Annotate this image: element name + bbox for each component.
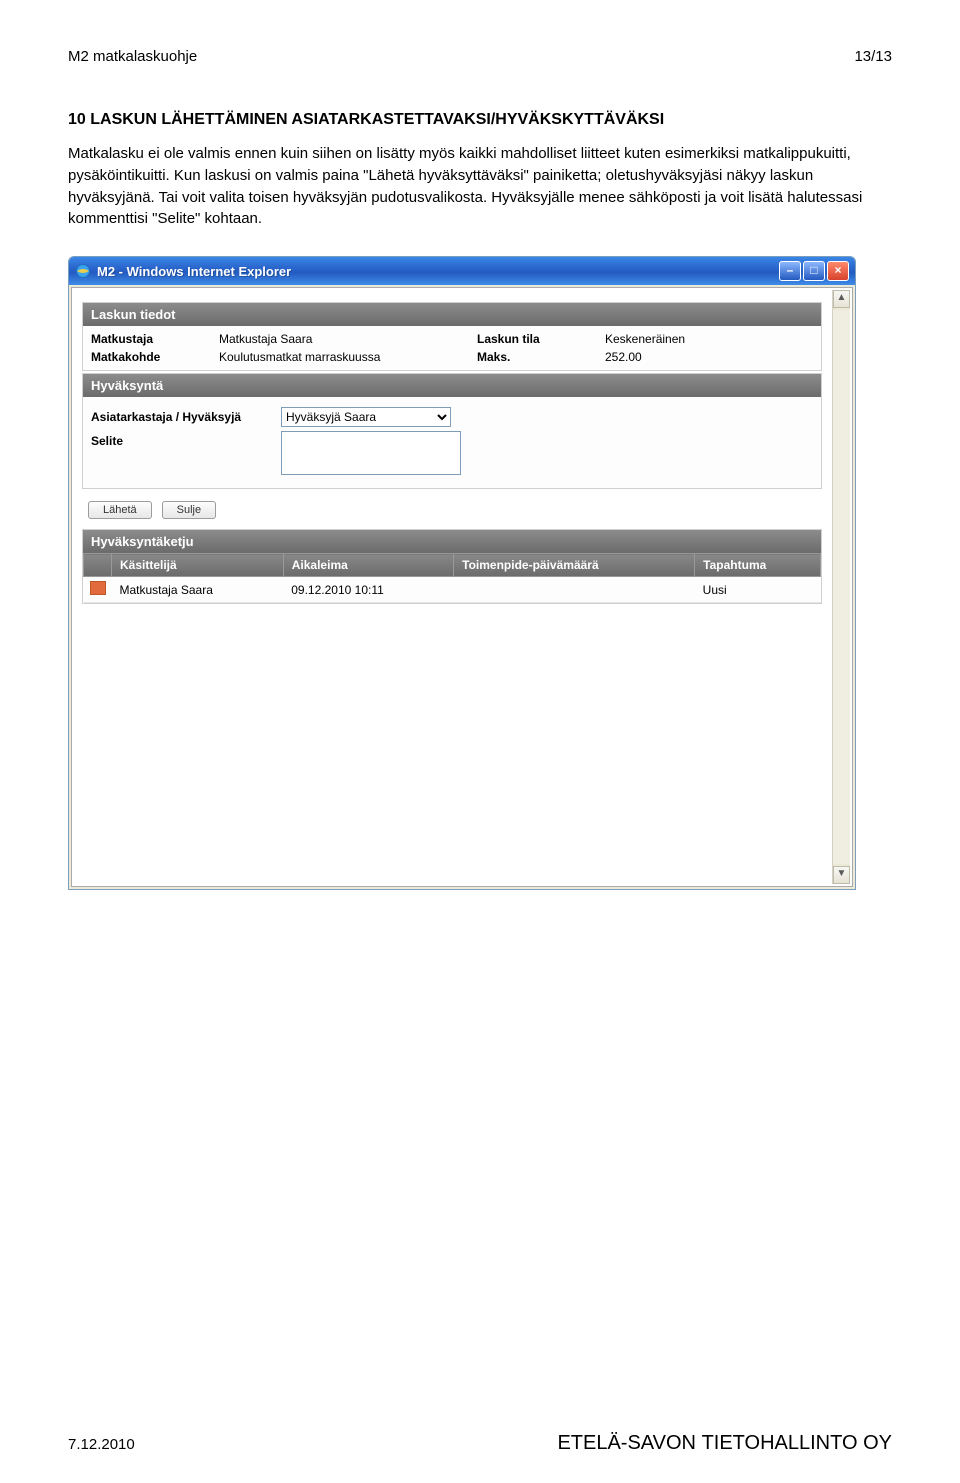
- chain-col-tapahtuma: Tapahtuma: [695, 554, 821, 577]
- document-title: M2 matkalaskuohje: [68, 48, 197, 65]
- panel-laskun-tiedot: Laskun tiedot Matkustaja Matkustaja Saar…: [82, 302, 822, 371]
- panel-header-laskun-tiedot: Laskun tiedot: [83, 303, 821, 326]
- panel-hyvaksyntaketju: Hyväksyntäketju Käsittelijä Aikaleima To…: [82, 529, 822, 604]
- chain-col-status: [84, 554, 112, 577]
- label-matkustaja: Matkustaja: [91, 332, 211, 346]
- document-header: M2 matkalaskuohje 13/13: [68, 48, 892, 65]
- scroll-up-arrow-icon[interactable]: ▲: [833, 290, 850, 308]
- panel-header-hyvaksynta: Hyväksyntä: [83, 374, 821, 397]
- chain-col-toimenpide: Toimenpide-päivämäärä: [454, 554, 695, 577]
- footer-brand: ETELÄ-SAVON TIETOHALLINTO OY: [557, 1432, 892, 1455]
- asiatarkastaja-select[interactable]: Hyväksyjä Saara: [281, 407, 451, 427]
- label-maks: Maks.: [477, 350, 597, 364]
- panel-hyvaksynta: Hyväksyntä Asiatarkastaja / Hyväksyjä Hy…: [82, 373, 822, 489]
- value-maks: 252.00: [605, 350, 725, 364]
- chain-row: Matkustaja Saara 09.12.2010 10:11 Uusi: [84, 577, 821, 603]
- label-selite: Selite: [91, 431, 281, 448]
- sulje-button[interactable]: Sulje: [162, 501, 216, 519]
- chain-table: Käsittelijä Aikaleima Toimenpide-päivämä…: [83, 553, 821, 603]
- value-laskun-tila: Keskeneräinen: [605, 332, 725, 346]
- label-laskun-tila: Laskun tila: [477, 332, 597, 346]
- action-button-row: Lähetä Sulje: [88, 501, 846, 519]
- ie-favicon-icon: [75, 263, 91, 279]
- section-heading: 10 LASKUN LÄHETTÄMINEN ASIATARKASTETTAVA…: [68, 111, 892, 129]
- browser-title: M2 - Windows Internet Explorer: [97, 264, 779, 279]
- panel-header-hyvaksyntaketju: Hyväksyntäketju: [83, 530, 821, 553]
- browser-titlebar: M2 - Windows Internet Explorer – □ ×: [69, 257, 855, 285]
- selite-textarea[interactable]: [281, 431, 461, 475]
- value-matkustaja: Matkustaja Saara: [219, 332, 469, 346]
- body-paragraph: Matkalasku ei ole valmis ennen kuin siih…: [68, 143, 892, 230]
- value-matkakohde: Koulutusmatkat marraskuussa: [219, 350, 469, 364]
- chain-cell-kasittelija: Matkustaja Saara: [112, 577, 284, 603]
- label-asiatarkastaja: Asiatarkastaja / Hyväksyjä: [91, 407, 281, 424]
- chain-col-kasittelija: Käsittelijä: [112, 554, 284, 577]
- window-close-button[interactable]: ×: [827, 261, 849, 281]
- chain-cell-tapahtuma: Uusi: [695, 577, 821, 603]
- scroll-track[interactable]: [833, 310, 850, 864]
- document-footer: 7.12.2010 ETELÄ-SAVON TIETOHALLINTO OY: [68, 1432, 892, 1455]
- chain-cell-aikaleima: 09.12.2010 10:11: [283, 577, 453, 603]
- chain-col-aikaleima: Aikaleima: [283, 554, 453, 577]
- window-minimize-button[interactable]: –: [779, 261, 801, 281]
- window-maximize-button[interactable]: □: [803, 261, 825, 281]
- browser-viewport: ▲ ▼ Laskun tiedot Matkustaja Matkustaja …: [71, 287, 853, 887]
- page-number: 13/13: [854, 48, 892, 65]
- browser-window: M2 - Windows Internet Explorer – □ × ▲ ▼…: [68, 256, 856, 890]
- scroll-down-arrow-icon[interactable]: ▼: [833, 866, 850, 884]
- status-badge: [90, 581, 106, 595]
- vertical-scrollbar[interactable]: ▲ ▼: [832, 290, 850, 884]
- laheta-button[interactable]: Lähetä: [88, 501, 152, 519]
- footer-date: 7.12.2010: [68, 1436, 135, 1453]
- chain-cell-toimenpide: [454, 577, 695, 603]
- label-matkakohde: Matkakohde: [91, 350, 211, 364]
